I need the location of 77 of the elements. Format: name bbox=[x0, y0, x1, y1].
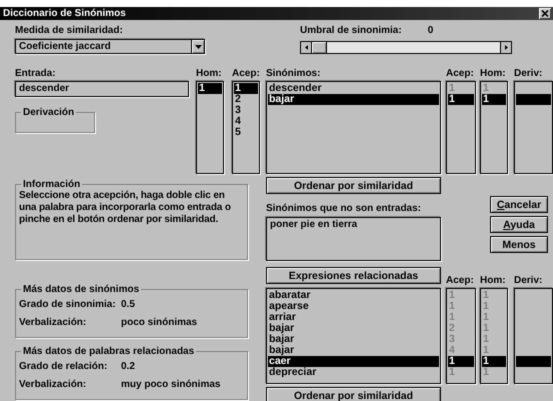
list-item: 1 bbox=[482, 83, 490, 94]
list-item[interactable]: 1 bbox=[234, 83, 258, 94]
dialog-button[interactable]: Menos bbox=[490, 236, 548, 253]
field-label: Medida de similaridad: bbox=[15, 25, 124, 36]
threshold-value: 0 bbox=[428, 25, 434, 36]
threshold-slider[interactable] bbox=[300, 41, 512, 54]
list-item: 1 bbox=[482, 290, 490, 301]
list-item[interactable]: 2 bbox=[234, 94, 258, 105]
list-item: 1 bbox=[448, 356, 474, 367]
list-item[interactable]: caer bbox=[268, 356, 439, 367]
group-title: Información bbox=[22, 179, 82, 190]
list-item: 2 bbox=[448, 323, 456, 334]
sort-button[interactable]: Ordenar por similaridad bbox=[266, 177, 441, 194]
list-item: 1 bbox=[448, 83, 456, 94]
list-item: 1 bbox=[482, 301, 490, 312]
field-label: Grado de sinonimia: bbox=[19, 298, 117, 310]
list-item: 1 bbox=[482, 312, 490, 323]
list-item[interactable]: 3 bbox=[234, 105, 258, 116]
list-item[interactable]: abaratar bbox=[268, 290, 439, 301]
close-button[interactable] bbox=[539, 8, 551, 19]
list-item[interactable]: 1 bbox=[198, 83, 222, 94]
column-header: Hom: bbox=[480, 275, 507, 288]
dialog-button[interactable]: Ayuda bbox=[490, 216, 548, 233]
related-expressions-button[interactable]: Expresiones relacionadas bbox=[266, 267, 441, 284]
field-value: muy poco sinónimas bbox=[121, 378, 220, 390]
field-value: 0.2 bbox=[121, 360, 135, 372]
field-value: 0.5 bbox=[121, 298, 135, 310]
column-header: Deriv: bbox=[514, 68, 544, 81]
entry-field[interactable]: descender bbox=[15, 81, 189, 97]
list-item: 1 bbox=[482, 367, 490, 378]
field-label: Verbalización: bbox=[19, 316, 88, 328]
list-item: 1 bbox=[448, 94, 474, 105]
list-item[interactable]: 5 bbox=[234, 127, 258, 138]
list-item[interactable]: arriar bbox=[268, 312, 439, 323]
list-item: 1 bbox=[448, 312, 456, 323]
list-item: 1 bbox=[482, 334, 490, 345]
column-header: Sinónimos: bbox=[266, 68, 322, 81]
field-label: Grado de relación: bbox=[19, 360, 108, 372]
column-header: Hom: bbox=[480, 68, 507, 81]
list-item[interactable]: bajar bbox=[268, 94, 439, 105]
list-item[interactable]: bajar bbox=[268, 323, 439, 334]
similarity-dropdown[interactable]: Coeficiente jaccard bbox=[15, 39, 205, 54]
list-item: 1 bbox=[482, 345, 490, 356]
close-icon bbox=[541, 10, 549, 17]
list-item: 4 bbox=[448, 345, 456, 356]
field-label: Umbral de sinonimia: bbox=[300, 25, 402, 36]
list-item: 1 bbox=[482, 356, 506, 367]
column-header: Acep: bbox=[446, 68, 475, 81]
dialog-button[interactable]: Cancelar bbox=[490, 196, 548, 213]
list-item[interactable]: descender bbox=[268, 83, 439, 94]
field-label: Sinónimos que no son entradas: bbox=[266, 203, 422, 216]
field-value: poco sinónimas bbox=[121, 316, 198, 328]
sort-button[interactable]: Ordenar por similaridad bbox=[266, 387, 441, 401]
list-item[interactable]: depreciar bbox=[268, 367, 439, 378]
column-header: Hom: bbox=[196, 68, 223, 81]
list-item: 1 bbox=[448, 367, 456, 378]
list-item[interactable]: bajar bbox=[268, 334, 439, 345]
slider-thumb[interactable] bbox=[312, 42, 327, 53]
group-title: Más datos de palabras relacionadas bbox=[22, 346, 196, 357]
list-item: 1 bbox=[448, 290, 456, 301]
column-header: Deriv: bbox=[514, 275, 544, 288]
list-item: 1 bbox=[448, 301, 456, 312]
field-label: Verbalización: bbox=[19, 378, 88, 390]
list-item[interactable]: bajar bbox=[268, 345, 439, 356]
info-text: Seleccione otra acepción, haga doble clic en una palabra para incorporarla como entrada o pinche en el botón ordenar por similaridad. bbox=[19, 190, 232, 226]
column-header: Acep: bbox=[232, 68, 261, 81]
window-title: Diccionario de Sinónimos bbox=[3, 8, 126, 19]
list-item[interactable]: 4 bbox=[234, 116, 258, 127]
group-title: Más datos de sinónimos bbox=[22, 284, 140, 295]
group-title: Derivación bbox=[22, 107, 76, 118]
list-item: 1 bbox=[482, 323, 490, 334]
list-item: 1 bbox=[482, 94, 506, 105]
list-item[interactable]: apearse bbox=[268, 301, 439, 312]
non-entries-field[interactable]: poner pie en tierra bbox=[266, 217, 441, 261]
list-item: 3 bbox=[448, 334, 456, 345]
column-header: Acep: bbox=[446, 275, 475, 288]
field-label: Entrada: bbox=[15, 68, 57, 81]
